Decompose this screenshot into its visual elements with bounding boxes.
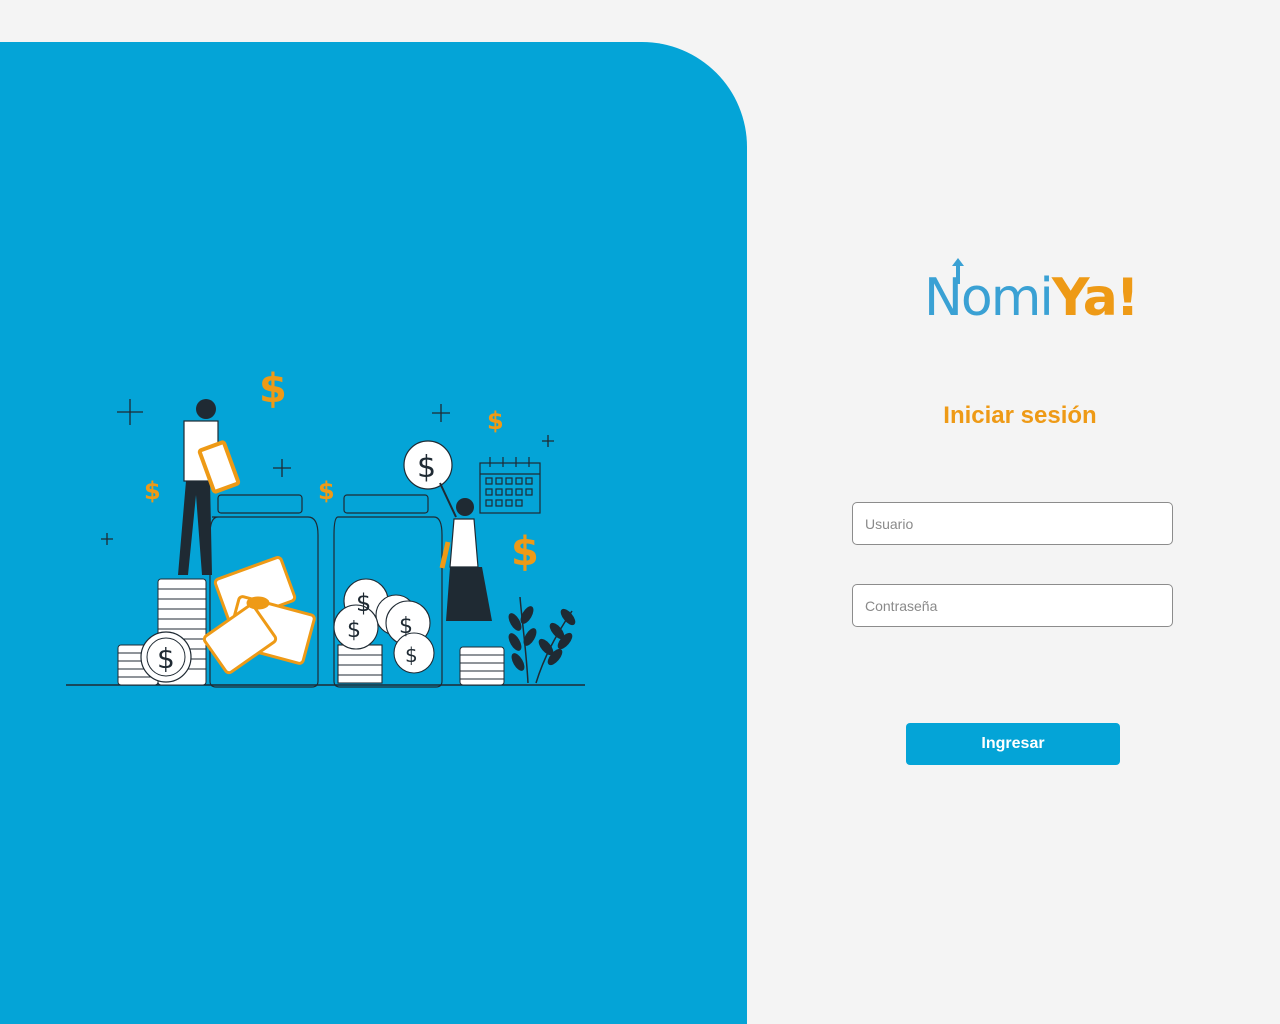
calendar-icon	[479, 457, 541, 514]
woman-figure: $	[403, 440, 492, 621]
svg-text:$: $	[417, 450, 436, 485]
svg-text:$: $	[511, 529, 539, 575]
logo-prefix: Nomi	[924, 268, 1054, 328]
bill-icon	[202, 556, 316, 675]
svg-text:$: $	[259, 366, 287, 412]
login-button[interactable]: Ingresar	[906, 723, 1120, 765]
svg-text:$: $	[157, 642, 175, 675]
plant-icon	[508, 596, 576, 684]
svg-text:$: $	[399, 614, 413, 639]
svg-text:$: $	[405, 643, 418, 667]
coin-stack-right	[459, 646, 505, 686]
page-title: Iniciar sesión	[943, 402, 1097, 429]
nomiya-logo: NomiYa!	[918, 250, 1140, 336]
svg-text:$: $	[347, 618, 361, 643]
big-coin-icon: $	[140, 631, 192, 683]
svg-text:$: $	[487, 407, 504, 435]
username-field[interactable]	[852, 502, 1173, 545]
logo-wordmark: NomiYa!	[924, 268, 1140, 328]
svg-text:$: $	[318, 477, 335, 505]
svg-text:$: $	[144, 477, 161, 505]
password-field[interactable]	[852, 584, 1173, 627]
hero-panel: $ $ $ $ $ $ $ $ $ $ $	[0, 42, 747, 1024]
coin-pile: $ $ $ $	[333, 578, 435, 684]
man-figure	[178, 399, 241, 575]
savings-illustration: $ $ $ $ $ $ $ $ $ $ $	[66, 366, 585, 688]
svg-text:$: $	[356, 589, 371, 617]
logo-suffix: Ya!	[1051, 268, 1140, 328]
